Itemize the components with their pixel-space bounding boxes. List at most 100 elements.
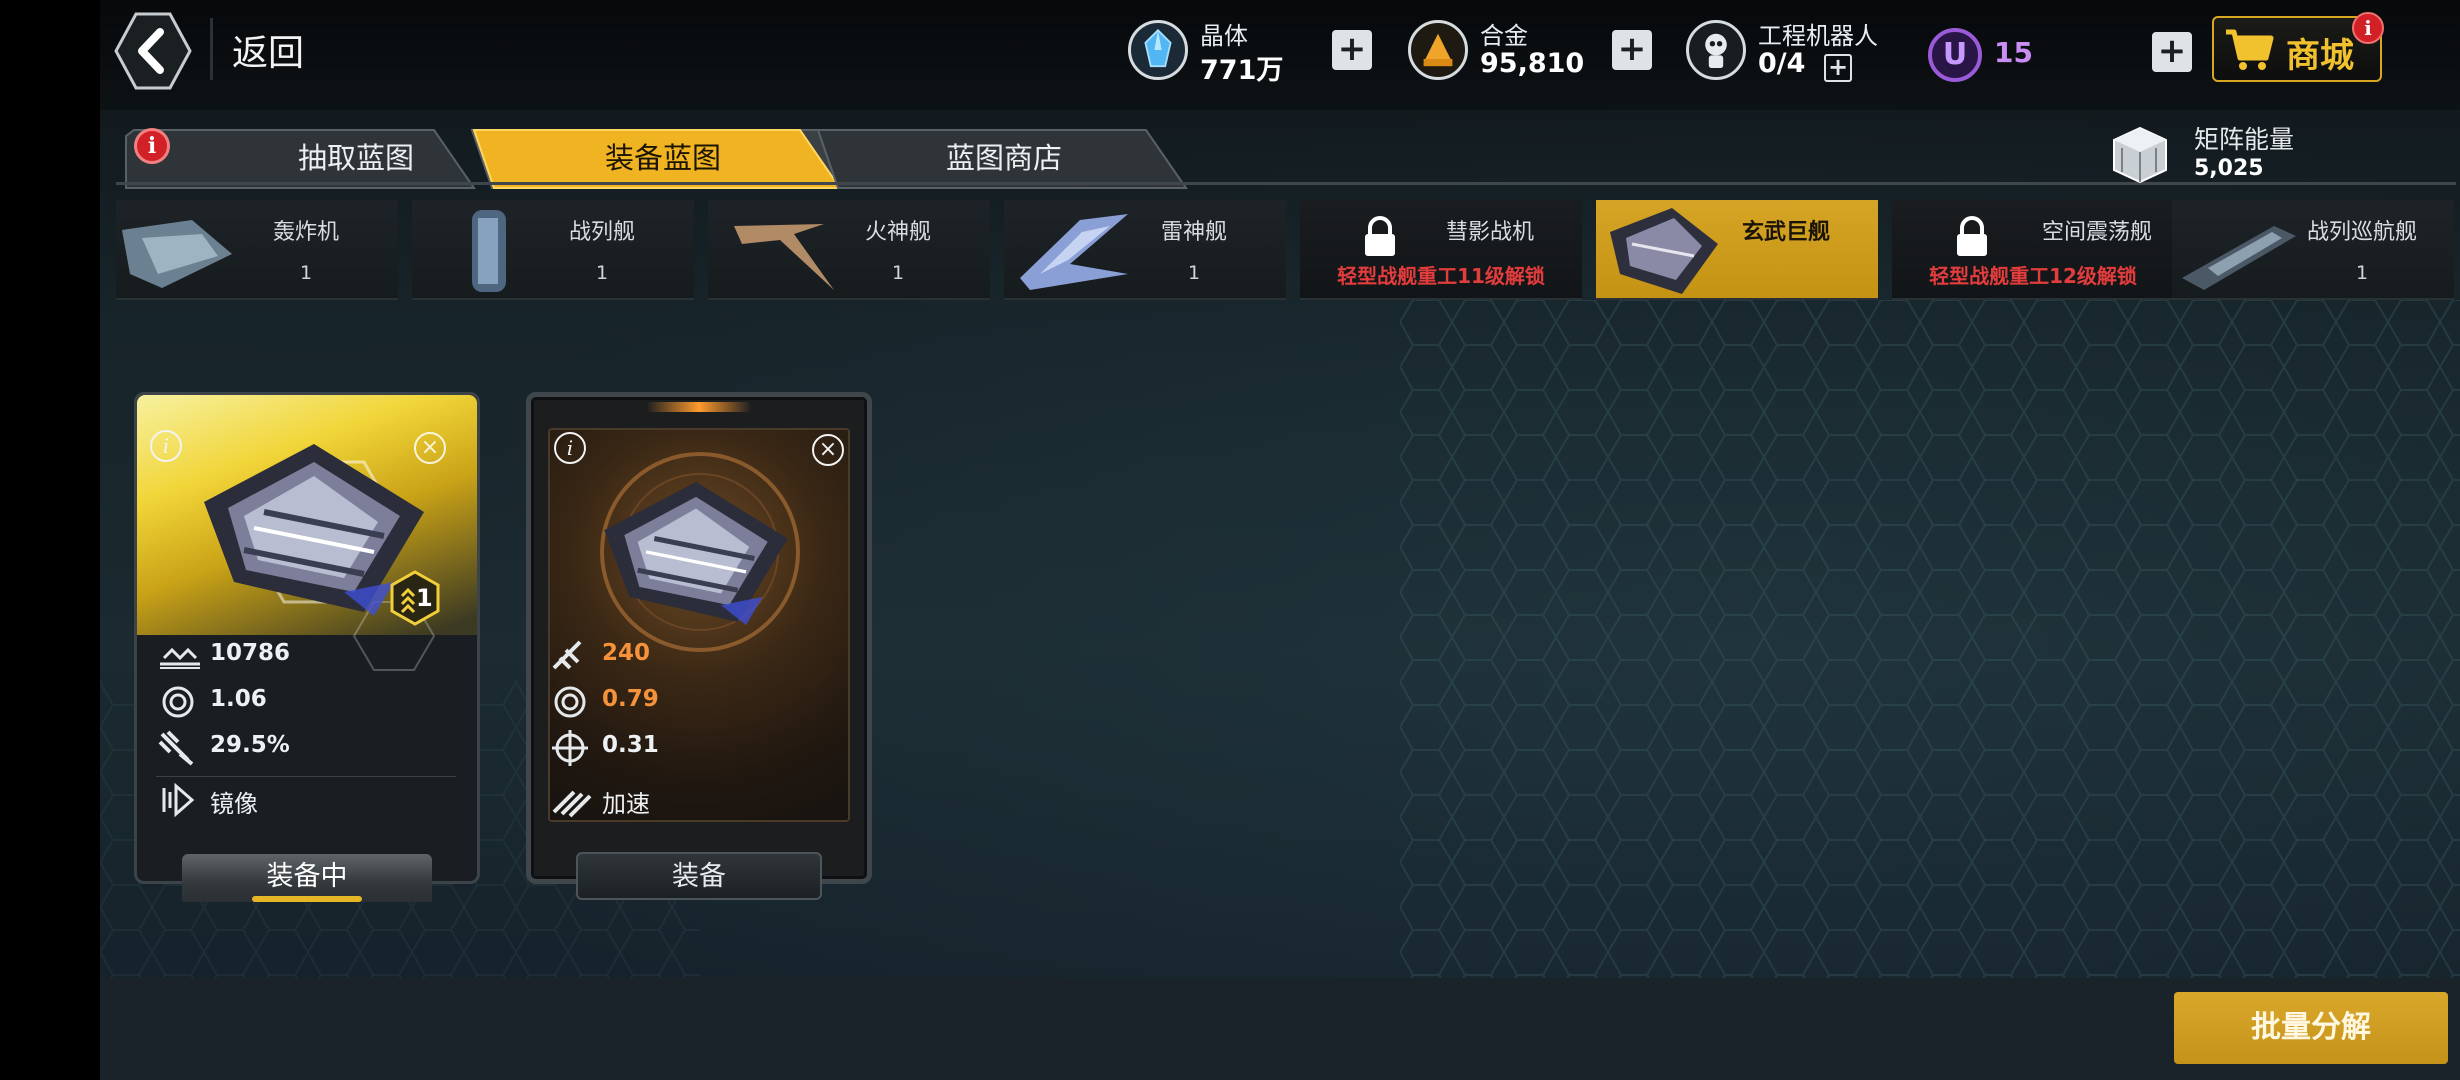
blueprint-tabs: 抽取蓝图 装备蓝图 蓝图商店 [100, 124, 2460, 190]
close-icon[interactable]: × [812, 434, 844, 466]
alloy-value: 95,810 [1480, 48, 1585, 79]
skill-row: 镜像 [158, 780, 458, 820]
ship-tab-name: 战列舰 [568, 220, 635, 245]
rank-value: 1 [416, 584, 433, 612]
game-screen: 返回 晶体 771万 + 合金 95,810 + 工程机器人 0/4 + U 1… [0, 0, 2460, 1080]
cart-icon [2226, 29, 2274, 70]
ship-tab-name: 玄武巨舰 [1741, 220, 1830, 245]
missile-icon [158, 730, 194, 766]
equip-button[interactable]: 装备 [576, 852, 822, 900]
ship-tab-name: 空间震荡舰 [2041, 220, 2152, 245]
attack-icon [552, 640, 582, 670]
ship-tab-xuanwu[interactable]: 玄武巨舰 [1596, 200, 1878, 300]
robot-name: 工程机器人 [1758, 22, 1878, 50]
close-icon[interactable]: × [414, 432, 446, 464]
back-label[interactable]: 返回 [232, 24, 304, 76]
stat-value: 1.06 [210, 686, 267, 712]
stat-attack: 10786 [158, 636, 458, 676]
tab-equip-blueprint[interactable]: 装备蓝图 [488, 130, 838, 186]
tab-blueprint-shop[interactable]: 蓝图商店 [844, 130, 1164, 186]
crystal-icon [1128, 20, 1188, 80]
robot-icon [1686, 20, 1746, 80]
skill-label: 加速 [602, 790, 650, 818]
equipped-indicator [252, 896, 362, 902]
crystal-value: 771万 [1200, 55, 1284, 86]
batch-decompose-button[interactable]: 批量分解 [2174, 992, 2448, 1064]
ship-tab-name: 轰炸机 [272, 220, 339, 245]
resource-robot: 工程机器人 0/4 [1686, 16, 1896, 86]
attack-icon [160, 647, 200, 669]
ship-tab-bomber[interactable]: 轰炸机 1 [116, 200, 398, 300]
fire-rate-icon [162, 686, 194, 718]
blueprint-panel: 返回 晶体 771万 + 合金 95,810 + 工程机器人 0/4 + U 1… [100, 0, 2460, 1080]
ship-tab-count: 1 [2355, 262, 2369, 284]
stat-accuracy: 0.31 [550, 728, 850, 768]
ship-tab-spacequake-locked[interactable]: 空间震荡舰 轻型战舰重工12级解锁 [1892, 200, 2174, 300]
add-crystal-button[interactable]: + [1332, 30, 1372, 70]
shop-alert-badge: i [2352, 12, 2384, 44]
ship-tab-name: 彗影战机 [1445, 220, 1534, 245]
u-coin-value: 15 [1994, 36, 2033, 69]
unlock-requirement: 轻型战舰重工12级解锁 [1929, 264, 2137, 288]
u-coin-icon: U [1928, 28, 1982, 82]
matrix-energy-label: 矩阵能量 [2194, 125, 2295, 154]
blueprint-card-equipped[interactable]: 1 i × 10786 1.06 29.5% 镜像 装备中 [134, 392, 480, 902]
stat-divider [156, 776, 456, 777]
unlock-requirement: 轻型战舰重工11级解锁 [1337, 264, 1545, 288]
ship-tab-name: 火神舰 [864, 220, 931, 245]
ship-tab-vulcan[interactable]: 火神舰 1 [708, 200, 990, 300]
matrix-cube-icon [2113, 126, 2167, 184]
tabs-underline [116, 182, 2456, 185]
stat-value: 240 [602, 640, 651, 666]
stat-fire-rate: 1.06 [158, 682, 458, 722]
mirror-icon [162, 782, 195, 818]
add-robot-button[interactable]: + [1824, 54, 1852, 82]
card-glow [646, 402, 752, 412]
resource-alloy: 合金 95,810 [1408, 16, 1588, 86]
back-divider [210, 18, 213, 80]
stat-value: 0.31 [602, 732, 659, 758]
alloy-icon [1408, 20, 1468, 80]
ship-tab-comet-locked[interactable]: 彗影战机 轻型战舰重工11级解锁 [1300, 200, 1582, 300]
add-u-coin-button[interactable]: + [2152, 32, 2192, 72]
back-arrow-icon[interactable] [114, 12, 192, 90]
stat-value: 10786 [210, 640, 291, 666]
fire-rate-icon [554, 686, 586, 718]
bottom-strip [100, 978, 2460, 1080]
matrix-energy-value: 5,025 [2194, 156, 2264, 181]
accuracy-icon [552, 730, 588, 766]
crystal-name: 晶体 [1200, 22, 1248, 50]
resource-crystal: 晶体 771万 [1128, 16, 1288, 86]
stat-value: 0.79 [602, 686, 659, 712]
ship-tab-count: 1 [299, 262, 313, 284]
stat-missile: 29.5% [158, 728, 458, 768]
skill-row: 加速 [550, 780, 850, 820]
stat-attack: 240 [550, 636, 850, 676]
tab-draw-blueprint[interactable]: 抽取蓝图 [226, 130, 486, 186]
ship-tab-count: 1 [1187, 262, 1201, 284]
info-icon[interactable]: i [150, 430, 182, 462]
ship-tab-name: 雷神舰 [1160, 220, 1227, 245]
ship-tab-battleship[interactable]: 战列舰 1 [412, 200, 694, 300]
equipped-button[interactable]: 装备中 [182, 854, 432, 902]
lock-icon [1957, 216, 1987, 256]
xuanwu-ship-image [604, 481, 788, 626]
blueprint-card[interactable]: i × 240 0.79 0.31 加速 装备 [526, 392, 872, 900]
stat-value: 29.5% [210, 732, 290, 758]
speed-icon [552, 790, 592, 818]
ship-tab-name: 战列巡航舰 [2306, 220, 2417, 245]
lock-icon [1365, 216, 1395, 256]
info-icon[interactable]: i [554, 432, 586, 464]
robot-value: 0/4 [1758, 48, 1806, 79]
ship-tab-count: 1 [595, 262, 609, 284]
left-letterbox [0, 0, 100, 1080]
ship-category-tabs: 轰炸机 1 战列舰 1 火神舰 1 雷神舰 1 彗影战机 轻型战舰重工11级解锁… [100, 198, 2460, 302]
ship-tab-count: 1 [891, 262, 905, 284]
shop-label: 商城 [2286, 36, 2354, 76]
stat-fire-rate: 0.79 [550, 682, 850, 722]
ship-tab-battlecruiser[interactable]: 战列巡航舰 1 [2172, 200, 2454, 300]
ship-tab-thor[interactable]: 雷神舰 1 [1004, 200, 1286, 300]
draw-blueprint-alert-badge: i [134, 128, 170, 164]
skill-label: 镜像 [210, 790, 258, 818]
add-alloy-button[interactable]: + [1612, 30, 1652, 70]
